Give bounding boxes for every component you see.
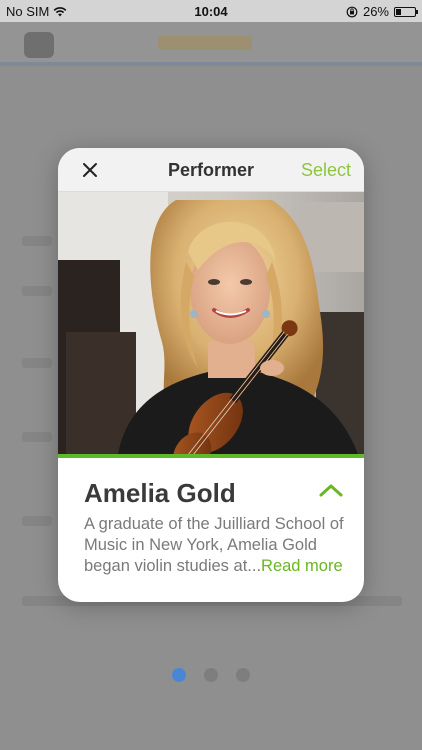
photo-accent-line (58, 454, 364, 458)
status-bar: No SIM 10:04 26% (0, 0, 422, 22)
background-row (22, 236, 52, 246)
performer-photo-illustration (58, 192, 364, 454)
select-button[interactable]: Select (301, 160, 351, 181)
background-row (22, 286, 52, 296)
performer-bio: A graduate of the Juilliard School of Mu… (84, 514, 358, 577)
background-avatar (24, 32, 54, 58)
background-row (22, 358, 52, 368)
page-dot[interactable] (236, 668, 250, 682)
performer-modal: Performer Select Amelia Gold A graduate … (58, 148, 364, 602)
read-more-link[interactable]: Read more (261, 557, 343, 575)
page-dot[interactable] (172, 668, 186, 682)
background-row (22, 432, 52, 442)
status-right-group: 26% (346, 4, 418, 19)
collapse-button[interactable] (316, 478, 346, 502)
rotation-lock-icon (346, 6, 358, 17)
battery-fill (396, 8, 401, 15)
page-indicator (0, 668, 422, 682)
performer-photo (58, 192, 364, 454)
page-dot[interactable] (204, 668, 218, 682)
background-header (0, 22, 422, 66)
background-title (158, 36, 252, 50)
battery-percent: 26% (362, 4, 389, 19)
background-row (22, 516, 52, 526)
modal-header: Performer Select (58, 148, 364, 192)
battery-icon (394, 6, 418, 17)
chevron-up-icon (319, 484, 343, 497)
performer-name: Amelia Gold (84, 478, 236, 508)
